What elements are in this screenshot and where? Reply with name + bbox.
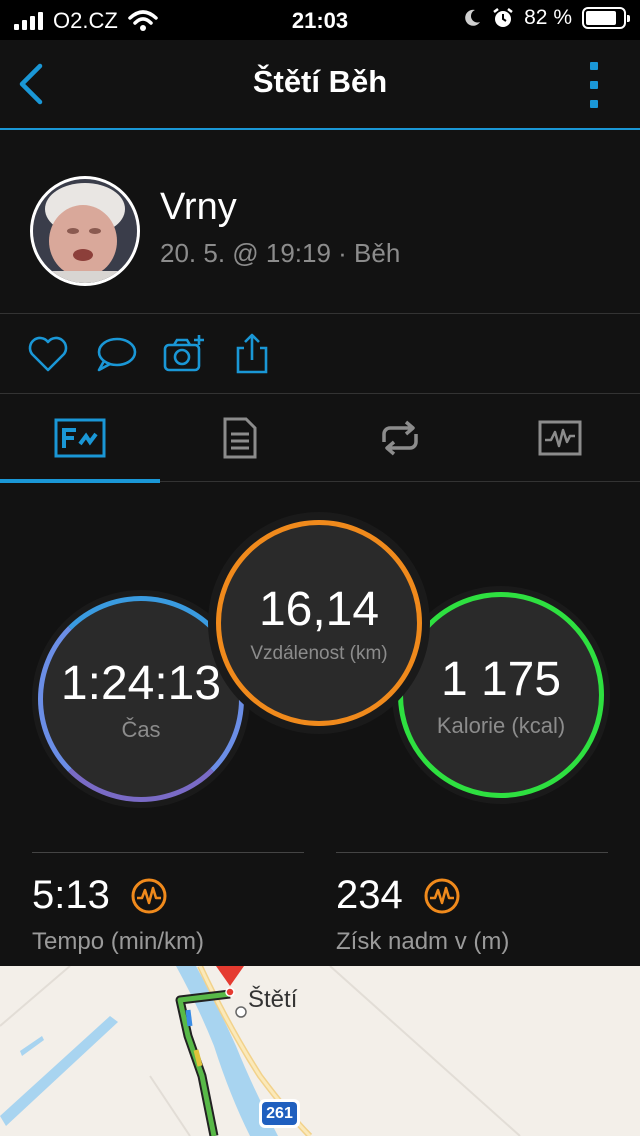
comment-button[interactable] <box>94 332 138 376</box>
pace-value: 5:13 <box>32 873 110 917</box>
user-name[interactable]: Vrny <box>160 186 237 229</box>
add-photo-button[interactable] <box>162 332 206 376</box>
distance-value: 16,14 <box>258 582 380 636</box>
tab-charts[interactable] <box>480 394 640 482</box>
more-options-button[interactable] <box>588 62 600 108</box>
action-row <box>0 314 640 394</box>
camera-add-icon <box>163 335 204 372</box>
navigation-bar: Štětí Běh <box>0 40 640 130</box>
summary-gauges: 1:24:13 Čas 1 175 Kalorie (kcal) 16,14 V… <box>0 482 640 842</box>
distance-gauge[interactable]: 16,14 Vzdálenost (km) <box>216 520 422 726</box>
activity-header: Vrny 20. 5. @ 19:19 · Běh <box>0 130 640 314</box>
moon-icon <box>465 9 481 26</box>
more-dot <box>590 81 598 89</box>
pace-stat[interactable]: 5:13 Tempo (min/km) <box>32 852 304 956</box>
document-icon <box>223 417 257 459</box>
road-number-label: 261 <box>266 1105 293 1122</box>
town-label: Štětí <box>248 986 298 1013</box>
tab-overview[interactable] <box>0 394 160 483</box>
elevation-value: 234 <box>336 873 403 917</box>
distance-label: Vzdálenost (km) <box>250 642 388 664</box>
calories-gauge[interactable]: 1 175 Kalorie (kcal) <box>398 592 604 798</box>
repeat-icon <box>382 420 418 456</box>
pace-label: Tempo (min/km) <box>32 928 205 955</box>
battery-percent: 82 % <box>524 6 572 29</box>
tab-details[interactable] <box>160 394 320 482</box>
stats-card-icon <box>54 418 106 458</box>
tab-laps[interactable] <box>320 394 480 482</box>
activity-meta: 20. 5. @ 19:19 · Běh <box>160 238 401 268</box>
elevation-label: Získ nadm v (m) <box>336 928 510 955</box>
share-icon <box>236 333 268 374</box>
alarm-icon <box>493 8 513 27</box>
share-button[interactable] <box>230 332 274 376</box>
tab-bar <box>0 394 640 483</box>
map-canvas <box>0 966 521 1136</box>
more-dot <box>590 100 598 108</box>
page-title: Štětí Běh <box>252 64 388 99</box>
more-dot <box>590 62 598 70</box>
activity-chart-icon <box>538 420 582 456</box>
time-gauge[interactable]: 1:24:13 Čas <box>38 596 244 802</box>
route-map[interactable]: Štětí 261 <box>0 966 640 1136</box>
calories-value: 1 175 <box>440 652 562 706</box>
comment-icon <box>97 337 137 372</box>
time-label: Čas <box>121 716 161 742</box>
pulse-badge-icon <box>131 878 167 913</box>
like-button[interactable] <box>26 332 70 376</box>
calories-label: Kalorie (kcal) <box>436 712 566 738</box>
battery-icon <box>582 7 630 29</box>
elevation-stat[interactable]: 234 Získ nadm v (m) <box>336 852 608 956</box>
battery-fill <box>586 11 616 25</box>
heart-icon <box>28 336 68 372</box>
status-right: 82 % <box>462 6 630 30</box>
avatar-image <box>33 179 137 283</box>
pulse-badge-icon <box>424 878 460 913</box>
status-bar: O2.CZ 21:03 82 % <box>0 0 640 40</box>
avatar[interactable] <box>30 176 140 286</box>
time-value: 1:24:13 <box>60 656 222 710</box>
